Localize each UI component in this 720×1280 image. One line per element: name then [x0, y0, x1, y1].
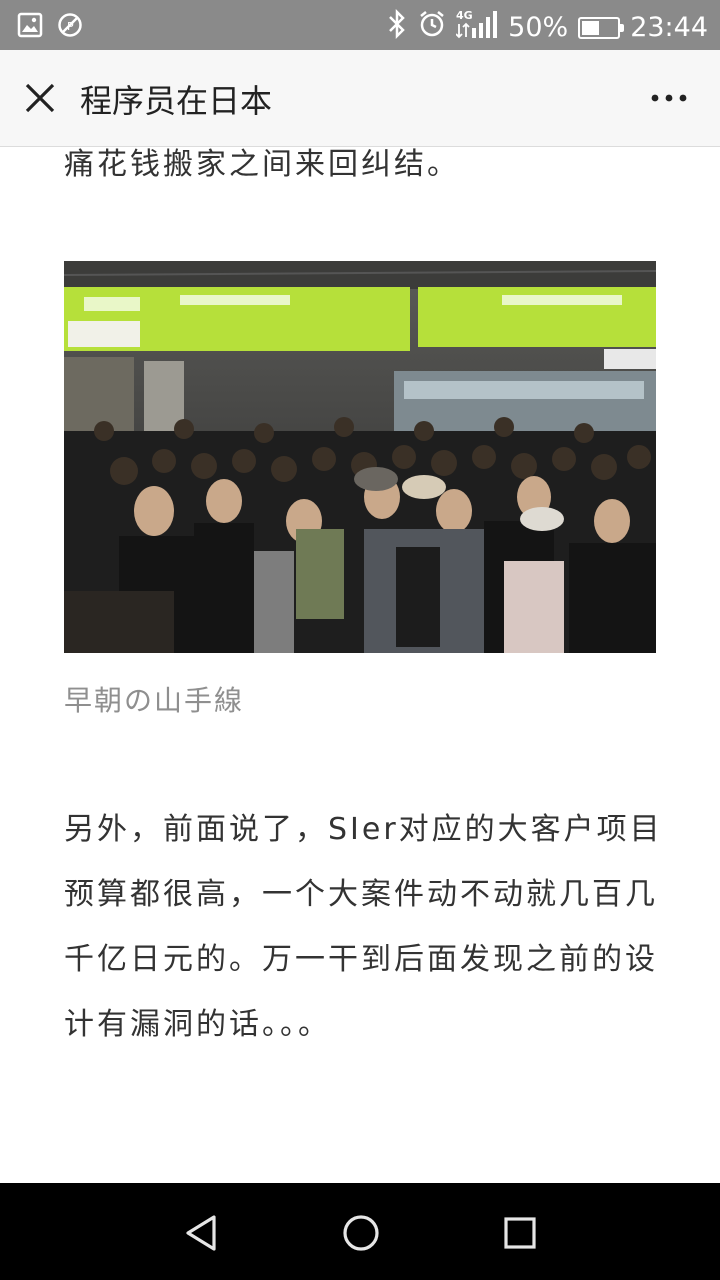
image-caption: 早朝の山手線	[64, 684, 245, 717]
close-icon	[25, 83, 55, 113]
home-icon	[343, 1215, 379, 1251]
status-bar: P 4G 50% 23:44	[0, 0, 720, 50]
article-text-top: 痛花钱搬家之间来回纠结。	[64, 147, 460, 182]
battery-percent: 50%	[508, 12, 569, 43]
recents-button[interactable]	[498, 1211, 542, 1255]
signal-4g-icon: 4G	[455, 8, 498, 47]
home-button[interactable]	[339, 1211, 383, 1255]
close-button[interactable]	[18, 76, 62, 120]
more-icon	[651, 94, 687, 102]
article-photo[interactable]	[64, 261, 656, 653]
navigation-bar	[0, 1183, 720, 1280]
article-content[interactable]: 痛花钱搬家之间来回纠结。 早朝の山手線 另外，前面说了，SIer对应的大客户项目…	[0, 147, 720, 1183]
page-title: 程序员在日本	[80, 82, 273, 120]
article-paragraph: 另外，前面说了，SIer对应的大客户项目预算都很高，一个大案件动不动就几百几千亿…	[64, 812, 663, 1042]
svg-text:4G: 4G	[456, 9, 473, 22]
more-options-button[interactable]	[644, 80, 694, 116]
battery-icon	[578, 16, 625, 39]
title-bar: 程序员在日本	[0, 50, 720, 147]
svg-text:P: P	[67, 20, 74, 33]
blocked-icon: P	[56, 11, 84, 43]
bluetooth-icon	[386, 8, 408, 47]
clock: 23:44	[630, 12, 708, 43]
back-button[interactable]	[180, 1211, 224, 1255]
image-icon	[16, 11, 44, 43]
recents-icon	[504, 1217, 536, 1249]
alarm-icon	[418, 9, 446, 46]
back-icon	[186, 1215, 216, 1251]
